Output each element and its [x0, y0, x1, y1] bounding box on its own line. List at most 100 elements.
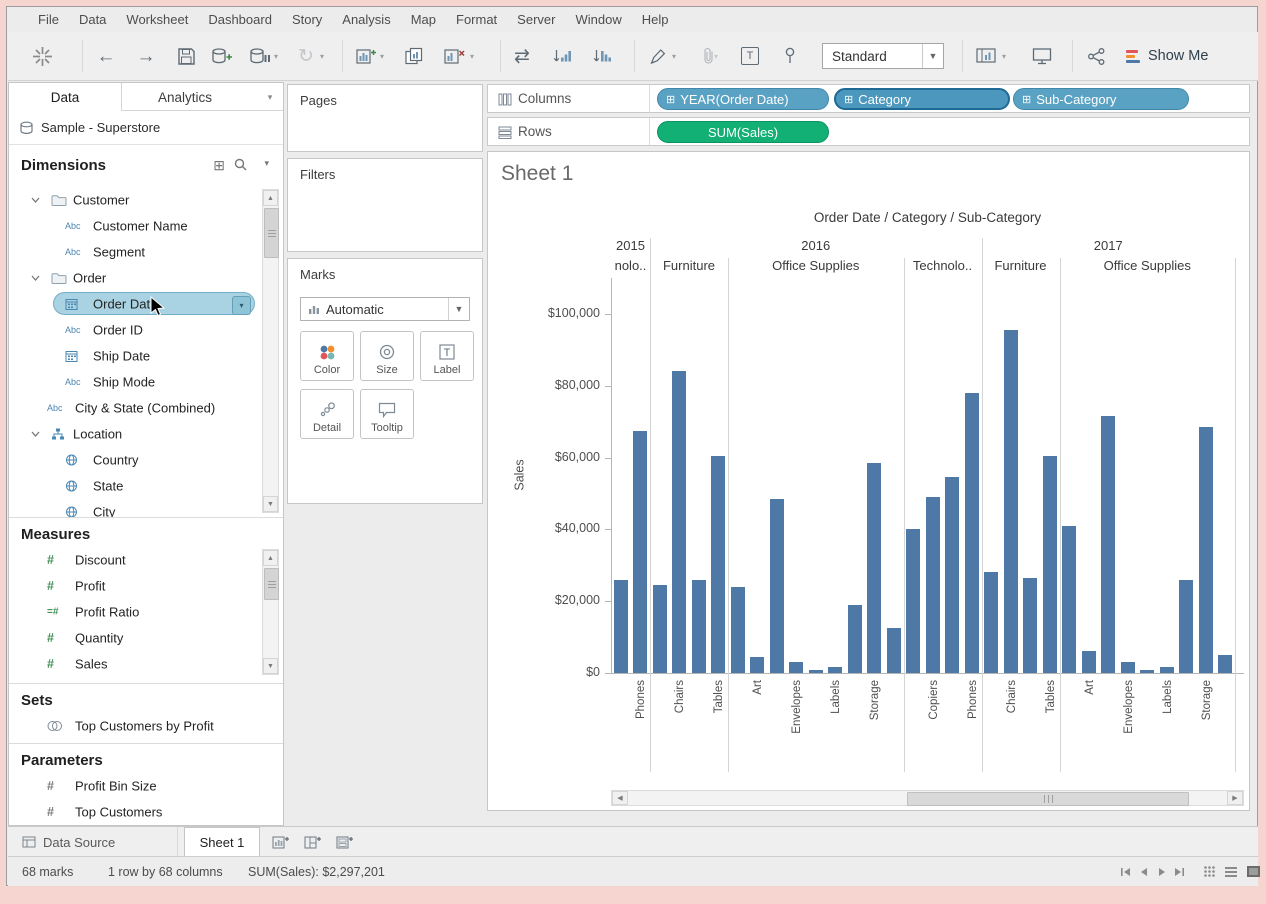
field-row-profit-ratio[interactable]: =#Profit Ratio — [9, 599, 283, 625]
bar[interactable] — [1062, 526, 1076, 673]
pill-expand-icon[interactable]: ⊞ — [666, 93, 675, 106]
bar[interactable] — [1043, 456, 1057, 673]
menu-file[interactable]: File — [28, 8, 69, 27]
field-row-order-date[interactable]: ▾Order Date — [9, 291, 283, 317]
pill-expand-icon[interactable]: ⊞ — [1022, 93, 1031, 106]
category-header[interactable]: Furniture — [982, 258, 1060, 276]
new-dashboard-tab-button[interactable] — [300, 831, 326, 853]
presentation-mode-button[interactable] — [1030, 41, 1054, 71]
show-hide-cards-button[interactable] — [974, 41, 998, 71]
duplicate-sheet-button[interactable] — [402, 41, 426, 71]
new-story-tab-button[interactable] — [332, 831, 358, 853]
menu-story[interactable]: Story — [282, 8, 332, 27]
bar[interactable] — [770, 499, 784, 673]
pause-auto-updates-caret-icon[interactable]: ▾ — [274, 52, 278, 61]
mark-type-dropdown[interactable]: Automatic ▼ — [300, 297, 470, 321]
scroll-down-icon[interactable]: ▼ — [263, 658, 278, 674]
menu-server[interactable]: Server — [507, 8, 565, 27]
menu-window[interactable]: Window — [565, 8, 631, 27]
expander-icon[interactable] — [31, 431, 40, 437]
refresh-caret-icon[interactable]: ▾ — [320, 52, 324, 61]
field-row-segment[interactable]: AbcSegment — [9, 239, 283, 265]
bar[interactable] — [731, 587, 745, 673]
undo-button[interactable]: ← — [94, 41, 118, 71]
scrollbar-thumb[interactable] — [907, 792, 1189, 806]
scroll-down-icon[interactable]: ▼ — [263, 496, 278, 512]
show-me-button[interactable]: Show Me — [1126, 42, 1208, 70]
new-worksheet-tab-button[interactable] — [268, 831, 294, 853]
field-row-city-state-combined-[interactable]: AbcCity & State (Combined) — [9, 395, 283, 421]
bar[interactable] — [1121, 662, 1135, 673]
field-row-top-customers[interactable]: #Top Customers — [9, 799, 283, 825]
marks-label-button[interactable]: TLabel — [420, 331, 474, 381]
bar[interactable] — [867, 463, 881, 673]
expander-icon[interactable] — [31, 197, 40, 203]
field-row-sales[interactable]: #Sales — [9, 651, 283, 677]
rows-shelf[interactable]: Rows SUM(Sales) — [487, 117, 1250, 146]
tab-analytics[interactable]: Analytics — [121, 83, 249, 111]
bar[interactable] — [965, 393, 979, 673]
x-axis-label[interactable]: Art — [752, 680, 764, 695]
previous-page-icon[interactable] — [1136, 866, 1152, 878]
x-axis-label[interactable]: Storage — [869, 680, 881, 720]
category-header[interactable]: Furniture — [650, 258, 728, 276]
share-workbook-button[interactable] — [1084, 41, 1108, 71]
clear-sheet-caret-icon[interactable]: ▾ — [470, 52, 474, 61]
save-button[interactable] — [174, 41, 198, 71]
column-field-labels[interactable]: Order Date / Category / Sub-Category — [611, 210, 1244, 225]
swap-rows-and-columns-button[interactable]: ⇄ — [510, 41, 534, 71]
year-header[interactable]: 2017 — [982, 238, 1236, 256]
bar[interactable] — [789, 662, 803, 673]
clear-sheet-button[interactable] — [442, 41, 466, 71]
scroll-up-icon[interactable]: ▲ — [263, 190, 278, 206]
category-header[interactable]: Office Supplies — [728, 258, 904, 276]
measures-scrollbar[interactable]: ▲ ▼ — [262, 549, 279, 675]
bar[interactable] — [887, 628, 901, 673]
last-page-icon[interactable] — [1172, 866, 1188, 878]
menu-worksheet[interactable]: Worksheet — [116, 8, 198, 27]
x-axis-label[interactable]: Chairs — [1006, 680, 1018, 713]
field-row-city[interactable]: City — [9, 499, 283, 517]
x-axis-label[interactable]: Labels — [830, 680, 842, 714]
marks-tooltip-button[interactable]: Tooltip — [360, 389, 414, 439]
show-mark-labels-button[interactable]: T — [738, 41, 762, 71]
marks-color-button[interactable]: Color — [300, 331, 354, 381]
category-header[interactable]: Office Supplies — [1060, 258, 1236, 276]
bar[interactable] — [672, 371, 686, 673]
bar[interactable] — [633, 431, 647, 673]
bar[interactable] — [1199, 427, 1213, 673]
field-row-customer[interactable]: Customer — [9, 187, 283, 213]
field-row-discount[interactable]: #Discount — [9, 547, 283, 573]
category-header[interactable]: nolo.. — [611, 258, 650, 276]
expander-icon[interactable] — [31, 275, 40, 281]
x-axis-label[interactable]: Chairs — [674, 680, 686, 713]
menu-map[interactable]: Map — [401, 8, 446, 27]
pane-options-icon[interactable]: ▾ — [257, 83, 283, 111]
horizontal-scrollbar[interactable]: ◀ ▶ — [611, 790, 1244, 806]
sort-ascending-button[interactable] — [550, 41, 574, 71]
bar[interactable] — [1082, 651, 1096, 673]
fit-selector-caret-icon[interactable]: ▼ — [922, 44, 943, 68]
search-icon[interactable] — [234, 158, 247, 175]
bar[interactable] — [750, 657, 764, 673]
field-row-profit[interactable]: #Profit — [9, 573, 283, 599]
x-axis-label[interactable]: Labels — [1162, 680, 1174, 714]
field-row-country[interactable]: Country — [9, 447, 283, 473]
x-axis-label[interactable]: Copiers — [928, 680, 940, 720]
scroll-right-icon[interactable]: ▶ — [1227, 791, 1243, 805]
bar[interactable] — [1004, 330, 1018, 673]
pill-sub-category[interactable]: ⊞Sub-Category — [1013, 88, 1189, 110]
new-worksheet-button[interactable] — [354, 41, 378, 71]
field-row-ship-date[interactable]: Ship Date — [9, 343, 283, 369]
bar[interactable] — [1101, 416, 1115, 673]
dimensions-menu-caret-icon[interactable]: ▾ — [264, 158, 269, 169]
field-row-state[interactable]: State — [9, 473, 283, 499]
menu-data[interactable]: Data — [69, 8, 116, 27]
highlight-button[interactable] — [646, 41, 670, 71]
show-hide-cards-caret-icon[interactable]: ▾ — [1002, 52, 1006, 61]
field-row-location[interactable]: Location — [9, 421, 283, 447]
x-axis-label[interactable]: Storage — [1201, 680, 1213, 720]
pause-auto-updates-button[interactable] — [248, 41, 272, 71]
refresh-data-source-button[interactable]: ↻ — [294, 41, 318, 71]
bar[interactable] — [711, 456, 725, 673]
